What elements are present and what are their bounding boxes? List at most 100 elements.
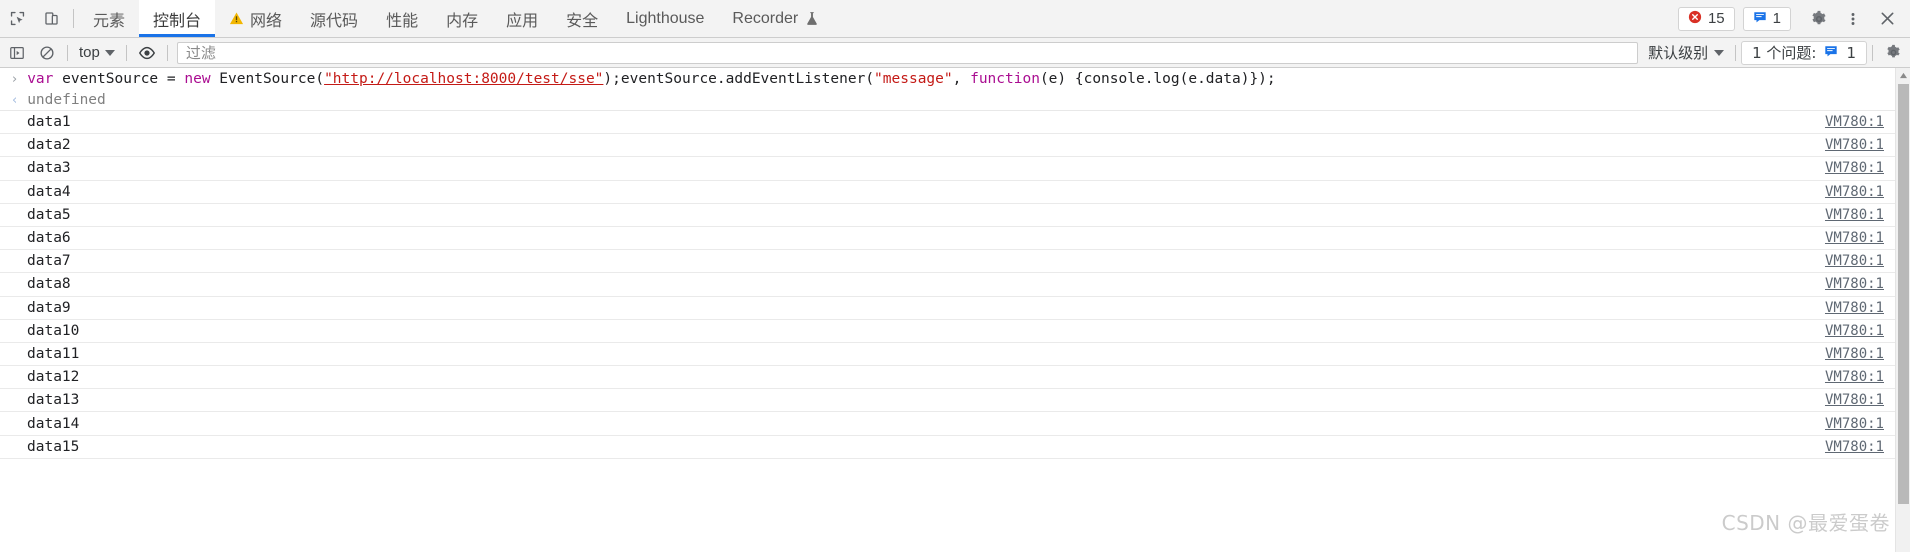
console-result-row: ‹ undefined <box>0 90 1910 111</box>
console-log-source-link[interactable]: VM780:1 <box>1825 160 1884 176</box>
tab-console[interactable]: 控制台 <box>139 0 216 37</box>
command-token-7: , <box>952 71 971 87</box>
tab-memory[interactable]: 内存 <box>432 0 492 37</box>
console-log-row[interactable]: data10 VM780:1 <box>0 320 1910 343</box>
console-log-text: data11 <box>27 345 80 362</box>
tab-recorder[interactable]: Recorder <box>718 0 833 37</box>
gear-icon[interactable] <box>1802 10 1836 28</box>
tabbar-divider <box>73 9 74 28</box>
filter-input[interactable] <box>176 41 1639 64</box>
console-log-row[interactable]: data8 VM780:1 <box>0 273 1910 297</box>
console-log-source-link[interactable]: VM780:1 <box>1825 323 1884 339</box>
console-log-text: data5 <box>27 206 71 223</box>
inspect-element-icon[interactable] <box>0 0 34 37</box>
tab-sources[interactable]: 源代码 <box>296 0 372 37</box>
console-log-text: data2 <box>27 137 71 154</box>
console-command-text: var eventSource = new EventSource("http:… <box>27 71 1275 87</box>
error-count-label: 15 <box>1707 10 1725 27</box>
scrollbar-thumb[interactable] <box>1898 84 1909 504</box>
console-log-row[interactable]: data4 VM780:1 <box>0 181 1910 204</box>
tab-performance[interactable]: 性能 <box>372 0 432 37</box>
close-icon[interactable] <box>1870 10 1904 27</box>
speech-bubble-icon <box>1753 10 1767 28</box>
console-settings-gear-icon[interactable] <box>1878 39 1908 67</box>
issues-count: 1 <box>1846 43 1856 62</box>
csdn-watermark: CSDN @最爱蛋卷 <box>1721 511 1890 535</box>
console-log-source-link[interactable]: VM780:1 <box>1825 276 1884 292</box>
prompt-arrow-icon: › <box>12 71 18 87</box>
console-log-row[interactable]: data14 VM780:1 <box>0 412 1910 436</box>
console-log-row[interactable]: data7 VM780:1 <box>0 250 1910 274</box>
clear-console-icon[interactable] <box>32 39 62 67</box>
message-count-badge[interactable]: 1 <box>1742 6 1791 31</box>
toolbar-divider-4 <box>1735 44 1737 61</box>
console-log-row[interactable]: data6 VM780:1 <box>0 227 1910 251</box>
console-log-text: data3 <box>27 160 71 177</box>
log-level-selector[interactable]: 默认级别 <box>1642 42 1730 64</box>
toolbar-divider-1 <box>67 44 68 61</box>
console-log-text: data10 <box>27 322 80 339</box>
command-token-4[interactable]: "http://localhost:8000/test/sse" <box>324 71 603 87</box>
chevron-down-icon <box>1714 49 1725 56</box>
message-count-label: 1 <box>1772 10 1781 27</box>
console-log-text: data1 <box>27 114 71 131</box>
warning-triangle-icon <box>229 11 244 26</box>
console-log-row[interactable]: data12 VM780:1 <box>0 366 1910 390</box>
console-log-source-link[interactable]: VM780:1 <box>1825 416 1884 432</box>
tab-lighthouse[interactable]: Lighthouse <box>612 0 718 37</box>
console-log-text: data12 <box>27 369 80 386</box>
issues-button[interactable]: 1 个问题: 1 <box>1741 40 1867 65</box>
kebab-menu-icon[interactable] <box>1836 10 1870 28</box>
error-count-badge[interactable]: 15 <box>1677 6 1735 31</box>
console-log-source-link[interactable]: VM780:1 <box>1825 114 1884 130</box>
console-log-source-link[interactable]: VM780:1 <box>1825 346 1884 362</box>
command-token-2: new <box>184 71 211 87</box>
device-toolbar-icon[interactable] <box>34 0 68 37</box>
console-log-source-link[interactable]: VM780:1 <box>1825 253 1884 269</box>
console-log-source-link[interactable]: VM780:1 <box>1825 137 1884 153</box>
execution-context-label: top <box>79 44 100 61</box>
console-log-source-link[interactable]: VM780:1 <box>1825 184 1884 200</box>
console-log-row[interactable]: data15 VM780:1 <box>0 436 1910 459</box>
tab-elements[interactable]: 元素 <box>79 0 139 37</box>
console-log-row[interactable]: data11 VM780:1 <box>0 343 1910 367</box>
console-sidebar-icon[interactable] <box>2 39 32 67</box>
command-token-9: (e) {console.log(e.data)}); <box>1039 71 1276 87</box>
tab-network[interactable]: 网络 <box>215 0 296 37</box>
devtools-tabbar: 元素 控制台 网络 源代码 性能 内存 应用 安全 Lighthouse Rec… <box>0 0 1910 38</box>
console-log-row[interactable]: data1 VM780:1 <box>0 111 1910 135</box>
console-vertical-scrollbar[interactable] <box>1895 68 1910 552</box>
console-log-source-link[interactable]: VM780:1 <box>1825 439 1884 455</box>
command-token-6: "message" <box>874 71 953 87</box>
devtools-window: 元素 控制台 网络 源代码 性能 内存 应用 安全 Lighthouse Rec… <box>0 0 1910 552</box>
console-log-row[interactable]: data9 VM780:1 <box>0 297 1910 320</box>
tab-application[interactable]: 应用 <box>492 0 552 37</box>
tab-security[interactable]: 安全 <box>552 0 612 37</box>
console-log-source-link[interactable]: VM780:1 <box>1825 369 1884 385</box>
scrollbar-up-arrow-icon[interactable] <box>1896 68 1910 82</box>
console-message-list[interactable]: › var eventSource = new EventSource("htt… <box>0 68 1910 552</box>
toolbar-divider-5 <box>1872 44 1873 61</box>
console-log-row[interactable]: data13 VM780:1 <box>0 389 1910 413</box>
flask-icon <box>805 11 819 26</box>
console-command-row[interactable]: › var eventSource = new EventSource("htt… <box>0 68 1910 90</box>
return-arrow-icon: ‹ <box>12 92 18 108</box>
console-log-row[interactable]: data2 VM780:1 <box>0 134 1910 158</box>
toolbar-divider-3 <box>166 44 168 61</box>
console-log-text: data9 <box>27 299 71 316</box>
console-log-source-link[interactable]: VM780:1 <box>1825 392 1884 408</box>
console-log-text: data8 <box>27 276 71 293</box>
console-log-source-link[interactable]: VM780:1 <box>1825 207 1884 223</box>
console-toolbar: top 默认级别 1 个问题: 1 <box>0 38 1910 68</box>
tab-network-label: 网络 <box>250 10 283 30</box>
console-log-text: data7 <box>27 253 71 270</box>
console-log-row[interactable]: data3 VM780:1 <box>0 157 1910 181</box>
console-log-source-link[interactable]: VM780:1 <box>1825 230 1884 246</box>
console-log-text: data13 <box>27 392 80 409</box>
execution-context-selector[interactable]: top <box>73 42 121 64</box>
tabbar-right-controls: 15 1 <box>1677 0 1910 37</box>
console-log-source-link[interactable]: VM780:1 <box>1825 300 1884 316</box>
console-log-row[interactable]: data5 VM780:1 <box>0 204 1910 227</box>
live-expression-eye-icon[interactable] <box>132 39 162 67</box>
issues-label: 1 个问题: <box>1752 44 1817 62</box>
